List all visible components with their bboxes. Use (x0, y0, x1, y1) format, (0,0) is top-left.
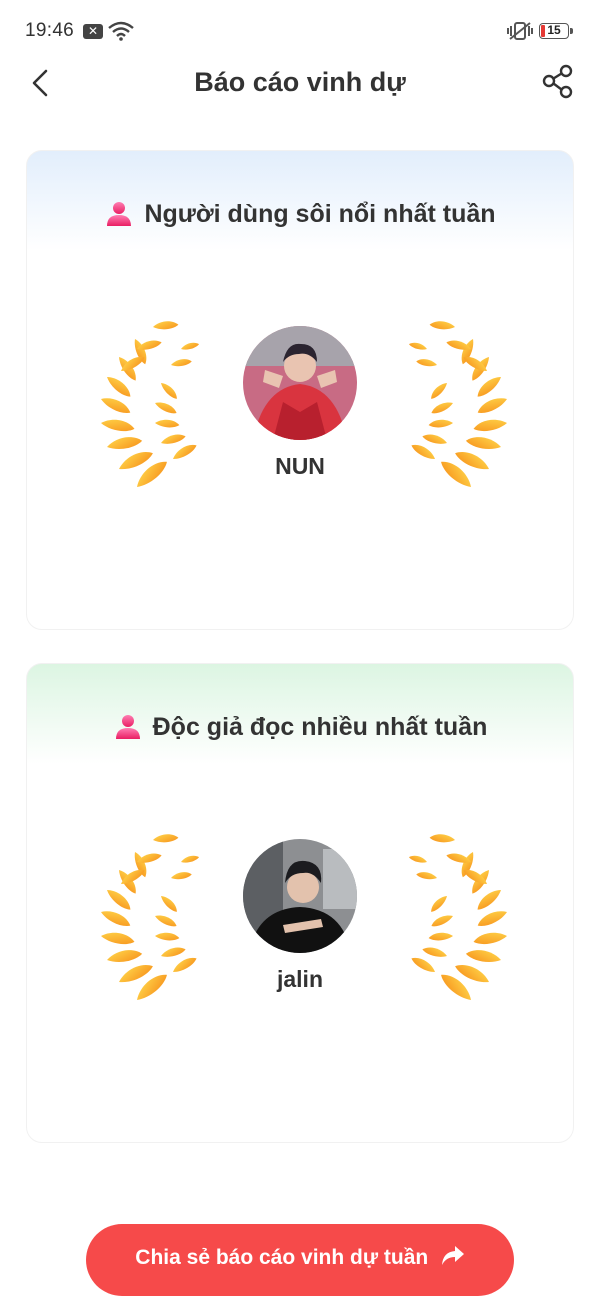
notification-icon: ✕ (83, 24, 103, 39)
username: jalin (276, 966, 323, 992)
battery-icon: 15 (539, 23, 573, 39)
avatar[interactable] (243, 326, 357, 440)
share-arrow-icon (441, 1246, 464, 1265)
status-bar: 19:46 ✕ 15 (0, 0, 600, 64)
username: NUN (275, 453, 325, 479)
wifi-icon (108, 21, 134, 41)
battery-cap (570, 28, 573, 34)
page-title: Báo cáo vinh dự (194, 67, 406, 97)
card-header: Người dùng sôi nổi nhất tuần (27, 199, 573, 235)
card-header: Độc giả đọc nhiều nhất tuần (27, 712, 573, 748)
avatar[interactable] (243, 839, 357, 953)
most-active-user-card: Người dùng sôi nổi nhất tuần NUN (26, 150, 574, 630)
user-icon (115, 715, 140, 739)
user-icon (107, 202, 132, 226)
vibrate-icon (507, 22, 533, 40)
status-time: 19:46 (25, 20, 75, 41)
share-button-label: Chia sẻ báo cáo vinh dự tuần (135, 1246, 429, 1269)
card-title: Người dùng sôi nổi nhất tuần (144, 199, 496, 228)
battery-level: 15 (547, 23, 561, 37)
top-reader-card: Độc giả đọc nhiều nhất tuần jalin (26, 663, 574, 1143)
nav-bar: Báo cáo vinh dự (0, 64, 600, 104)
share-weekly-report-button[interactable]: Chia sẻ báo cáo vinh dự tuần (86, 1224, 514, 1296)
share-nodes-icon[interactable] (540, 64, 576, 100)
card-title: Độc giả đọc nhiều nhất tuần (152, 712, 488, 741)
